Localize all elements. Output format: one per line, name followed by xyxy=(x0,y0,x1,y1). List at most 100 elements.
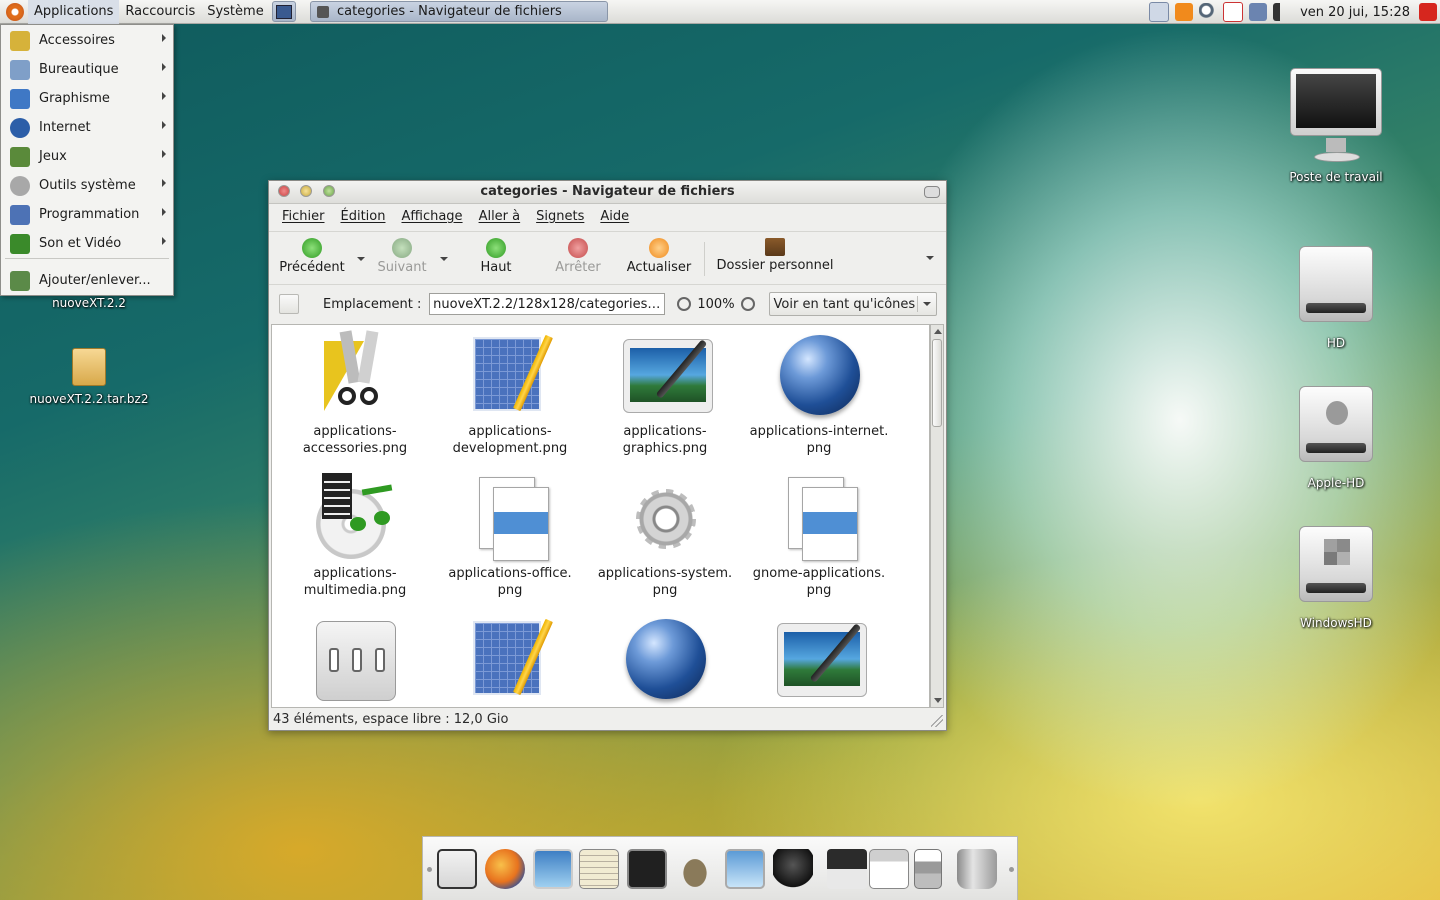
dock-image-viewer[interactable] xyxy=(531,847,575,891)
menu-item-accessories[interactable]: Accessoires xyxy=(1,26,173,55)
file-manager-window: categories - Navigateur de fichiers Fich… xyxy=(268,180,947,731)
scroll-thumb[interactable] xyxy=(932,339,942,427)
desktop-drive-windows-hd[interactable]: WindowsHD xyxy=(1286,526,1386,630)
forward-history-dropdown[interactable] xyxy=(440,257,448,261)
forward-button[interactable]: Suivant xyxy=(371,234,433,275)
desktop-folder-nuovext[interactable]: nuoveXT.2.2 xyxy=(30,296,148,310)
desktop-computer[interactable]: Poste de travail xyxy=(1276,68,1396,184)
view-mode-select[interactable]: Voir en tant qu'icônes xyxy=(768,292,937,316)
zoom-out-icon[interactable] xyxy=(677,297,692,311)
file-item[interactable] xyxy=(280,615,430,705)
menu-item-sound-video[interactable]: Son et Vidéo xyxy=(1,229,173,258)
file-item[interactable]: applications- development.png xyxy=(435,331,585,457)
dock-home[interactable] xyxy=(435,847,479,891)
stop-label: Arrêter xyxy=(555,260,601,275)
home-button[interactable]: Dossier personnel xyxy=(713,234,837,273)
desktop-icon-label: WindowsHD xyxy=(1300,616,1372,630)
zoom-level[interactable]: 100% xyxy=(697,297,734,312)
menu-item-label: Programmation xyxy=(39,207,140,222)
reload-button[interactable]: Actualiser xyxy=(623,234,695,275)
screenshot-icon[interactable] xyxy=(1149,2,1170,22)
menu-item-games[interactable]: Jeux xyxy=(1,142,173,171)
volume-icon[interactable] xyxy=(1273,3,1292,21)
ubuntu-logo-icon[interactable] xyxy=(6,2,24,21)
menu-go[interactable]: Aller à xyxy=(471,209,529,224)
dock-photos[interactable] xyxy=(723,847,767,891)
toolbar-overflow-dropdown[interactable] xyxy=(926,256,934,260)
gmail-icon[interactable] xyxy=(1223,2,1244,22)
submenu-arrow-icon xyxy=(162,208,166,216)
scroll-up-icon[interactable] xyxy=(934,329,942,334)
menu-file[interactable]: Fichier xyxy=(274,209,333,224)
network-icon[interactable] xyxy=(1249,3,1268,21)
menu-help[interactable]: Aide xyxy=(592,209,637,224)
file-item[interactable] xyxy=(590,615,740,705)
system-menu[interactable]: Système xyxy=(201,0,269,24)
dock-window-switcher[interactable] xyxy=(867,847,911,891)
dock-handle-right[interactable] xyxy=(1009,867,1014,872)
location-input[interactable] xyxy=(429,293,666,315)
power-icon[interactable] xyxy=(1419,3,1437,21)
clock[interactable]: ven 20 jui, 15:28 xyxy=(1300,5,1410,20)
desktop-drive-hd[interactable]: HD xyxy=(1286,246,1386,350)
stop-button[interactable]: Arrêter xyxy=(547,234,609,275)
submenu-arrow-icon xyxy=(162,34,166,42)
menu-item-graphics[interactable]: Graphisme xyxy=(1,84,173,113)
menu-view[interactable]: Affichage xyxy=(393,209,470,224)
dock-trash[interactable] xyxy=(955,847,999,891)
file-item[interactable]: applications- multimedia.png xyxy=(280,473,430,599)
applications-menu[interactable]: Applications xyxy=(28,0,120,24)
menu-item-office[interactable]: Bureautique xyxy=(1,55,173,84)
dock-workspace-switcher[interactable] xyxy=(913,847,943,891)
dock-inkscape[interactable] xyxy=(771,847,815,891)
update-notifier-icon[interactable] xyxy=(1175,3,1194,21)
show-desktop-button[interactable] xyxy=(272,1,296,22)
menu-item-programming[interactable]: Programmation xyxy=(1,200,173,229)
trash-icon xyxy=(957,849,997,889)
menu-item-label: Outils système xyxy=(39,178,136,193)
vertical-scrollbar[interactable] xyxy=(930,324,944,708)
internet-globe-icon xyxy=(774,331,864,421)
status-bar: 43 éléments, espace libre : 12,0 Gio xyxy=(273,712,509,727)
taskbar-window-button[interactable]: categories - Navigateur de fichiers xyxy=(310,1,608,22)
file-name: applications-office. png xyxy=(448,566,572,598)
file-item[interactable]: applications- graphics.png xyxy=(590,331,740,457)
dock-text-editor[interactable] xyxy=(577,847,621,891)
desktop-archive-nuovext[interactable]: nuoveXT.2.2.tar.bz2 xyxy=(20,348,158,406)
dock-media-player[interactable] xyxy=(825,847,869,891)
menu-bookmarks[interactable]: Signets xyxy=(528,209,592,224)
accessories-icon xyxy=(10,30,30,51)
menu-item-system-tools[interactable]: Outils système xyxy=(1,171,173,200)
menu-item-add-remove[interactable]: Ajouter/enlever... xyxy=(1,266,173,295)
back-history-dropdown[interactable] xyxy=(357,257,365,261)
search-icon[interactable] xyxy=(1199,3,1218,21)
file-item[interactable]: applications- accessories.png xyxy=(280,330,430,457)
file-item[interactable]: applications-system. png xyxy=(590,473,740,599)
zoom-in-icon[interactable] xyxy=(740,297,755,311)
pencil-icon[interactable] xyxy=(279,294,299,314)
image-viewer-icon xyxy=(533,849,573,889)
shortcuts-menu[interactable]: Raccourcis xyxy=(119,0,201,24)
file-item[interactable]: applications-internet. png xyxy=(744,331,894,457)
scroll-down-icon[interactable] xyxy=(934,698,942,703)
internet-globe-icon xyxy=(620,615,710,705)
dock-terminal[interactable] xyxy=(625,847,669,891)
window-titlebar[interactable]: categories - Navigateur de fichiers xyxy=(269,181,946,204)
window-menu-icon[interactable] xyxy=(924,186,940,198)
up-button[interactable]: Haut xyxy=(465,234,527,275)
file-item[interactable] xyxy=(744,615,894,705)
menu-item-internet[interactable]: Internet xyxy=(1,113,173,142)
file-item[interactable] xyxy=(435,615,585,705)
archive-icon xyxy=(72,348,106,386)
file-item[interactable]: gnome-applications. png xyxy=(744,473,894,599)
resize-grip-icon[interactable] xyxy=(931,715,943,727)
icon-view[interactable]: applications- accessories.png applicatio… xyxy=(271,324,930,708)
dock-gimp[interactable] xyxy=(673,847,717,891)
menu-edit[interactable]: Édition xyxy=(333,209,394,224)
dock-handle-left[interactable] xyxy=(427,867,432,872)
back-button[interactable]: Précédent xyxy=(277,234,347,275)
desktop-drive-apple-hd[interactable]: Apple-HD xyxy=(1286,386,1386,490)
file-item[interactable]: applications-office. png xyxy=(435,473,585,599)
dock-firefox[interactable] xyxy=(483,847,527,891)
graphics-icon xyxy=(10,88,30,109)
